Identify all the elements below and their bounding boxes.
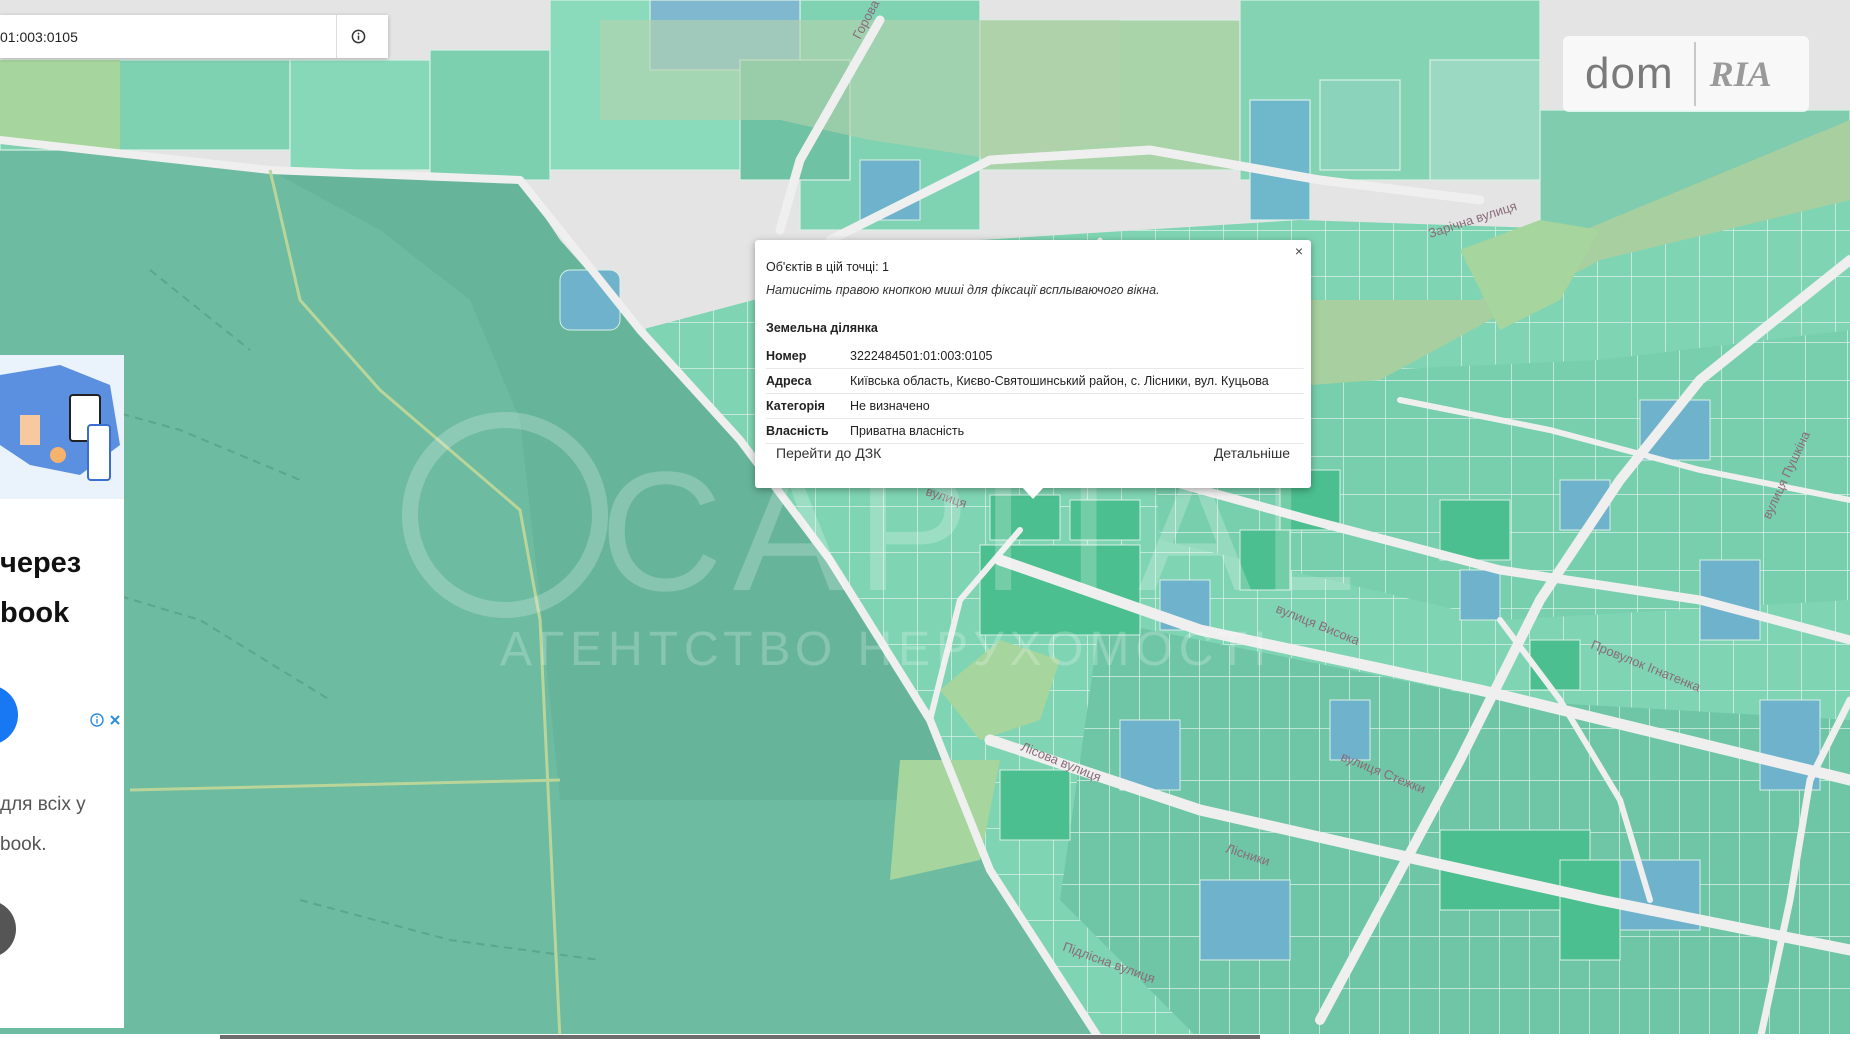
ad-cta-button[interactable] bbox=[0, 685, 18, 745]
dom-ria-logo: dom RIA bbox=[1563, 36, 1809, 112]
cadastral-map[interactable]: Горова вул.Зарічна вулицявулиця Пушкінав… bbox=[0, 0, 1850, 1040]
horizontal-scrollbar[interactable] bbox=[220, 1035, 1260, 1039]
logo-separator bbox=[1693, 42, 1696, 106]
row-value: Київська область, Києво-Святошинський ра… bbox=[850, 368, 1304, 394]
popup-section-title: Земельна ділянка bbox=[766, 321, 878, 335]
search-separator bbox=[336, 15, 337, 58]
popup-close-icon[interactable]: × bbox=[1295, 243, 1303, 259]
ad-secondary-button[interactable] bbox=[0, 900, 16, 958]
row-value: Не визначено bbox=[850, 393, 1304, 419]
logo-ria-text: RIA bbox=[1709, 54, 1772, 94]
popup-hint: Натисніть правою кнопкою миші для фіксац… bbox=[766, 283, 1160, 297]
search-input[interactable] bbox=[0, 21, 330, 52]
go-to-dzk-link[interactable]: Перейти до ДЗК bbox=[776, 445, 881, 461]
row-key: Власність bbox=[766, 418, 850, 444]
table-row: Власність Приватна власність bbox=[766, 418, 1304, 444]
ad-controls bbox=[90, 713, 122, 727]
row-key: Категорія bbox=[766, 393, 850, 419]
row-value: Приватна власність bbox=[850, 418, 1304, 444]
ad-image[interactable] bbox=[0, 355, 124, 499]
map-view[interactable]: Горова вул. Зарічна вулиця вулиця Пушкіна в… bbox=[0, 0, 1850, 1040]
popup-object-count: Об'єктів в цій точці: 1 bbox=[766, 260, 889, 274]
ad-info-icon[interactable] bbox=[90, 713, 104, 727]
info-icon[interactable] bbox=[351, 29, 366, 44]
parcel-popup: × Об'єктів в цій точці: 1 Натисніть прав… bbox=[755, 240, 1311, 488]
search-bar bbox=[0, 15, 388, 58]
table-row: Адреса Київська область, Києво-Святошинс… bbox=[766, 368, 1304, 394]
table-row: Номер 3222484501:01:003:0105 bbox=[766, 344, 1304, 369]
watermark-subtitle: АГЕНТСТВО НЕРУХОМОСТІ bbox=[500, 623, 1272, 676]
ad-description: для всіх у book. bbox=[0, 794, 86, 855]
table-row: Категорія Не визначено bbox=[766, 393, 1304, 419]
row-value: 3222484501:01:003:0105 bbox=[850, 344, 1304, 369]
ad-panel[interactable]: через book для всіх у book. bbox=[0, 355, 124, 1028]
ad-title[interactable]: через book bbox=[0, 538, 81, 638]
ad-close-icon[interactable] bbox=[108, 713, 122, 727]
logo-dom-text: dom bbox=[1585, 49, 1674, 98]
details-link[interactable]: Детальніше bbox=[1214, 445, 1290, 461]
parcel-info-table: Номер 3222484501:01:003:0105 Адреса Київ… bbox=[766, 344, 1304, 444]
row-key: Номер bbox=[766, 344, 850, 369]
popup-pointer bbox=[1022, 487, 1044, 499]
row-key: Адреса bbox=[766, 368, 850, 394]
